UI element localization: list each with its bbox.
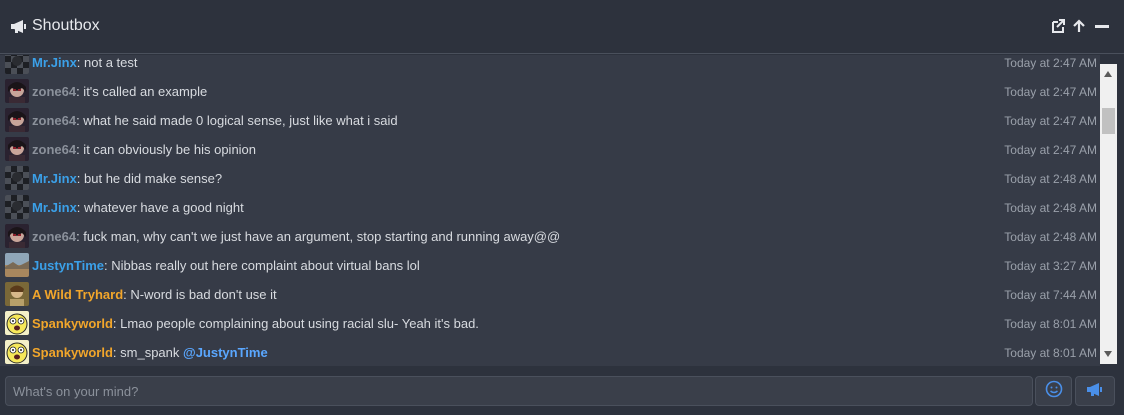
message-timestamp: Today at 2:48 AM (1004, 201, 1097, 215)
message-text: : it can obviously be his opinion (76, 142, 257, 157)
message-text: : N-word is bad don't use it (123, 287, 277, 302)
username-link[interactable]: Spankyworld (32, 345, 113, 360)
shoutbox-header: Shoutbox (0, 0, 1124, 54)
username-link[interactable]: JustynTime (32, 258, 104, 273)
megaphone-icon (1085, 381, 1105, 402)
send-shout-button[interactable] (1075, 376, 1115, 406)
scroll-up-icon[interactable] (1104, 71, 1112, 77)
username-link[interactable]: Spankyworld (32, 316, 113, 331)
username-link[interactable]: Mr.Jinx (32, 200, 77, 215)
message-text: : not a test (76, 55, 138, 70)
minimize-icon[interactable] (1094, 17, 1110, 35)
avatar[interactable] (5, 253, 29, 277)
scroll-down-icon[interactable] (1104, 351, 1112, 357)
message-text: : what he said made 0 logical sense, jus… (76, 113, 398, 128)
message-text: : fuck man, why can't we just have an ar… (76, 229, 561, 244)
avatar[interactable] (5, 108, 29, 132)
external-link-icon[interactable] (1050, 17, 1066, 35)
message-row: JustynTime: Nibbas really out here compl… (0, 251, 1100, 280)
message-timestamp: Today at 2:47 AM (1004, 114, 1097, 128)
message-row: Spankyworld: Lmao people complaining abo… (0, 309, 1100, 338)
message-body: zone64: what he said made 0 logical sens… (32, 106, 398, 135)
message-body: A Wild Tryhard: N-word is bad don't use … (32, 280, 277, 309)
smiley-icon (1045, 380, 1063, 403)
message-text: : Lmao people complaining about using ra… (112, 316, 479, 331)
message-timestamp: Today at 2:48 AM (1004, 172, 1097, 186)
avatar[interactable] (5, 195, 29, 219)
avatar[interactable] (5, 224, 29, 248)
message-scrollbar[interactable] (1100, 64, 1117, 364)
message-body: JustynTime: Nibbas really out here compl… (32, 251, 420, 280)
message-text: : but he did make sense? (76, 171, 223, 186)
username-link[interactable]: zone64 (32, 84, 76, 99)
scrollbar-thumb[interactable] (1102, 108, 1115, 134)
message-timestamp: Today at 8:01 AM (1004, 317, 1097, 331)
message-body: Mr.Jinx: whatever have a good night (32, 193, 244, 222)
username-link[interactable]: zone64 (32, 229, 76, 244)
mention-link[interactable]: @JustynTime (183, 345, 268, 360)
arrow-up-icon[interactable] (1072, 17, 1088, 35)
message-row: Mr.Jinx: but he did make sense? Today at … (0, 164, 1100, 193)
avatar[interactable] (5, 166, 29, 190)
avatar[interactable] (5, 311, 29, 335)
message-text: : whatever have a good night (76, 200, 244, 215)
avatar[interactable] (5, 137, 29, 161)
message-timestamp: Today at 2:47 AM (1004, 143, 1097, 157)
message-body: Mr.Jinx: but he did make sense? (32, 164, 222, 193)
message-timestamp: Today at 8:01 AM (1004, 346, 1097, 360)
message-row: A Wild Tryhard: N-word is bad don't use … (0, 280, 1100, 309)
username-link[interactable]: Mr.Jinx (32, 55, 77, 70)
message-row: Mr.Jinx: not a test Today at 2:47 AM (0, 55, 1100, 77)
avatar[interactable] (5, 340, 29, 364)
shoutbox-title: Shoutbox (32, 17, 100, 34)
username-link[interactable]: zone64 (32, 142, 76, 157)
message-list[interactable]: Mr.Jinx: not a test Today at 2:47 AM zone6… (0, 55, 1100, 366)
message-timestamp: Today at 7:44 AM (1004, 288, 1097, 302)
username-link[interactable]: A Wild Tryhard (32, 287, 123, 302)
header-controls (1050, 17, 1110, 35)
message-row: zone64: it can obviously be his opinion T… (0, 135, 1100, 164)
message-body: Mr.Jinx: not a test (32, 55, 138, 77)
message-timestamp: Today at 2:48 AM (1004, 230, 1097, 244)
avatar[interactable] (5, 79, 29, 103)
message-body: zone64: it's called an example (32, 77, 207, 106)
username-link[interactable]: zone64 (32, 113, 76, 128)
emoji-button[interactable] (1035, 376, 1072, 406)
message-input[interactable] (6, 377, 1032, 405)
message-rows: Mr.Jinx: not a test Today at 2:47 AM zone6… (0, 55, 1100, 366)
megaphone-icon (10, 18, 28, 34)
message-timestamp: Today at 3:27 AM (1004, 259, 1097, 273)
shoutbox-title-wrap: Shoutbox (10, 17, 100, 35)
message-row: zone64: what he said made 0 logical sens… (0, 106, 1100, 135)
message-row: Mr.Jinx: whatever have a good night Today… (0, 193, 1100, 222)
message-timestamp: Today at 2:47 AM (1004, 56, 1097, 70)
message-body: Spankyworld: sm_spank @JustynTime (32, 338, 268, 366)
message-row: zone64: it's called an example Today at 2… (0, 77, 1100, 106)
message-timestamp: Today at 2:47 AM (1004, 85, 1097, 99)
message-body: Spankyworld: Lmao people complaining abo… (32, 309, 479, 338)
message-body: zone64: fuck man, why can't we just have… (32, 222, 560, 251)
username-link[interactable]: Mr.Jinx (32, 171, 77, 186)
message-composer (5, 376, 1033, 406)
message-text: : it's called an example (76, 84, 208, 99)
message-row: zone64: fuck man, why can't we just have… (0, 222, 1100, 251)
avatar[interactable] (5, 55, 29, 74)
message-text: : Nibbas really out here complaint about… (104, 258, 420, 273)
message-text: : sm_spank (112, 345, 184, 360)
message-body: zone64: it can obviously be his opinion (32, 135, 256, 164)
message-row: Spankyworld: sm_spank @JustynTime Today a… (0, 338, 1100, 366)
avatar[interactable] (5, 282, 29, 306)
